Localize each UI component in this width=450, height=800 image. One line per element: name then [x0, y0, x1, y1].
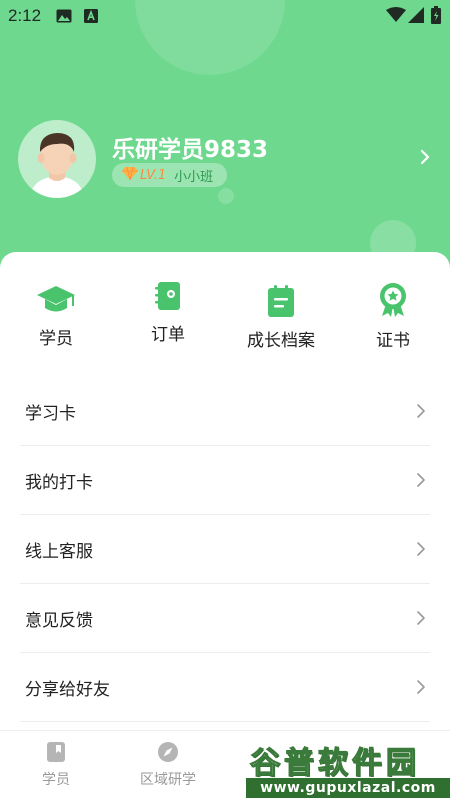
menu-item-label: 线上客服 [25, 541, 93, 562]
class-name: 小小班 [174, 169, 214, 185]
certificate-badge-icon [337, 282, 449, 318]
quick-action-student[interactable]: 学员 [0, 284, 112, 349]
menu-list: 学习卡 我的打卡 线上客服 意见反馈 分享给好友 [20, 377, 430, 722]
chevron-right-icon [416, 679, 426, 695]
level-text: LV.1 [140, 167, 167, 183]
status-bar: 2:12 [0, 0, 450, 32]
quick-action-label: 成长档案 [247, 331, 315, 351]
chevron-right-icon [416, 472, 426, 488]
quick-action-certificate[interactable]: 证书 [337, 282, 449, 351]
tab-label: 学员 [42, 772, 70, 788]
tab-regional-study[interactable]: 区域研学 [112, 741, 224, 789]
status-time: 2:12 [8, 6, 42, 25]
menu-item-label: 意见反馈 [25, 610, 93, 631]
tab-student[interactable]: 学员 [0, 741, 112, 789]
quick-action-label: 学员 [39, 329, 73, 349]
menu-item-online-service[interactable]: 线上客服 [20, 515, 430, 584]
chevron-right-icon[interactable] [418, 148, 432, 166]
compass-icon [112, 741, 224, 763]
growth-file-icon [225, 284, 337, 318]
chevron-right-icon [416, 541, 426, 557]
battery-icon [431, 6, 441, 28]
menu-item-share[interactable]: 分享给好友 [20, 653, 430, 722]
order-book-icon [112, 280, 224, 312]
quick-action-label: 订单 [151, 325, 185, 345]
quick-action-order[interactable]: 订单 [112, 280, 224, 345]
content-card: 学员 订单 成长档案 证书 学习卡 我的打卡 线上客服 意见反馈 分享给好友 [0, 252, 450, 800]
menu-item-study-card[interactable]: 学习卡 [20, 377, 430, 446]
diamond-icon [122, 166, 138, 184]
quick-action-label: 证书 [376, 331, 410, 351]
a-notification-icon [84, 8, 98, 27]
menu-item-label: 我的打卡 [25, 472, 93, 493]
quick-action-growth-file[interactable]: 成长档案 [225, 284, 337, 351]
menu-item-label: 分享给好友 [25, 679, 110, 700]
watermark: 谷普软件园 www.gupuxlazal.com [246, 738, 450, 800]
menu-item-label: 学习卡 [25, 403, 76, 424]
watermark-title: 谷普软件园 [249, 745, 420, 781]
tab-label: 区域研学 [140, 772, 196, 788]
book-icon [0, 741, 112, 763]
username: 乐研学员9833 [112, 137, 269, 163]
decorative-bubble [218, 188, 234, 204]
signal-icon [408, 7, 424, 27]
image-icon [56, 8, 72, 27]
wifi-icon [386, 7, 406, 27]
chevron-right-icon [416, 610, 426, 626]
avatar[interactable] [18, 120, 96, 198]
menu-item-feedback[interactable]: 意见反馈 [20, 584, 430, 653]
chevron-right-icon [416, 403, 426, 419]
graduation-cap-icon [0, 284, 112, 316]
quick-actions: 学员 订单 成长档案 证书 [0, 252, 450, 372]
menu-item-my-checkin[interactable]: 我的打卡 [20, 446, 430, 515]
level-badge: LV.1 小小班 [112, 163, 228, 187]
watermark-url: www.gupuxlazal.com [246, 778, 450, 798]
